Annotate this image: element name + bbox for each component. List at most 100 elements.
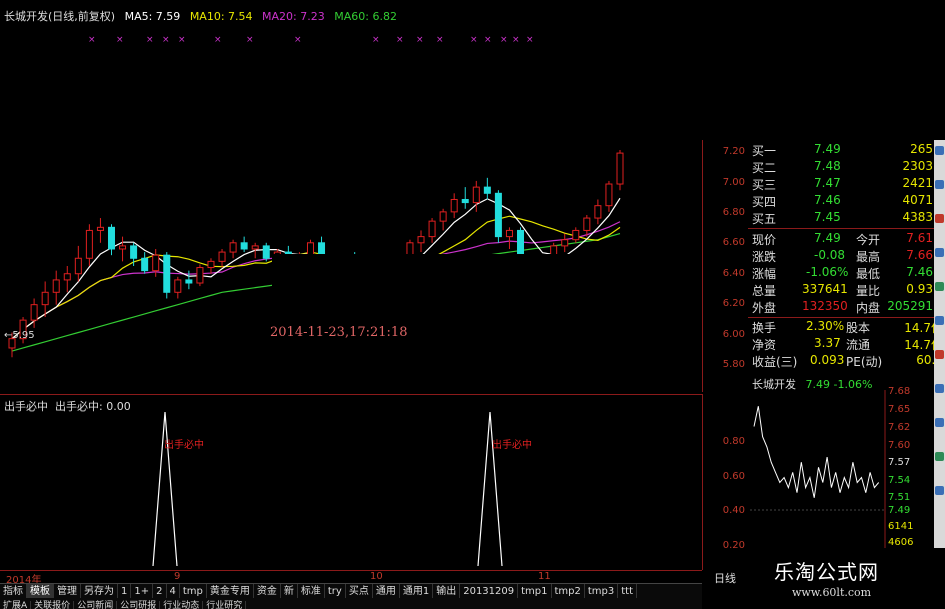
toolbar-icon[interactable] <box>935 384 944 393</box>
ma5-label: MA5: 7.59 <box>124 10 181 23</box>
template-tab[interactable]: 指标 <box>0 584 27 599</box>
stat-value: 0.93 <box>906 282 933 296</box>
template-tab[interactable]: 标准 <box>298 584 325 599</box>
candle[interactable] <box>417 236 425 244</box>
bid-price: 7.45 <box>814 210 841 224</box>
candle[interactable] <box>152 254 160 272</box>
candle[interactable] <box>30 304 38 321</box>
intraday-chart[interactable] <box>750 390 886 550</box>
template-tab[interactable]: tmp2 <box>552 584 585 599</box>
candle[interactable] <box>461 198 469 204</box>
candle[interactable] <box>174 279 182 293</box>
stat-value: 3.37 <box>814 336 841 350</box>
toolbar-icon[interactable] <box>935 214 944 223</box>
candle[interactable] <box>229 242 237 253</box>
candle[interactable] <box>472 186 480 204</box>
toolbar-icon[interactable] <box>935 452 944 461</box>
template-tab[interactable]: 管理 <box>54 584 81 599</box>
template-tab[interactable]: ttt <box>618 584 638 599</box>
info-tab[interactable]: 扩展A <box>0 601 32 609</box>
template-tab[interactable]: 另存为 <box>81 584 118 599</box>
signal-marker: × <box>116 35 124 45</box>
candle[interactable] <box>85 229 93 259</box>
candle[interactable] <box>505 229 513 238</box>
candle[interactable] <box>74 257 82 275</box>
candle[interactable] <box>207 260 215 269</box>
template-tab[interactable]: 1 <box>118 584 132 599</box>
watermark-logo: 乐淘公式网 www.60lt.com <box>748 548 945 609</box>
candle[interactable] <box>616 152 624 185</box>
info-tab[interactable]: 行业研究 <box>203 601 247 609</box>
candle[interactable] <box>439 211 447 222</box>
stock-title[interactable]: 长城开发(日线,前复权) <box>4 10 115 23</box>
candle[interactable] <box>107 226 115 250</box>
candle[interactable] <box>196 267 204 284</box>
signal-marker: × <box>162 35 170 45</box>
candle[interactable] <box>450 198 458 213</box>
candle[interactable] <box>583 217 591 231</box>
template-tab[interactable]: 资金 <box>254 584 281 599</box>
template-tab[interactable]: 通用1 <box>400 584 434 599</box>
template-tab[interactable]: 新 <box>281 584 298 599</box>
candle[interactable] <box>251 245 259 250</box>
info-tab[interactable]: 关联报价 <box>31 601 75 609</box>
template-tab[interactable]: 输出 <box>433 584 461 599</box>
candle[interactable] <box>572 229 580 241</box>
toolbar-icon[interactable] <box>935 180 944 189</box>
template-tab[interactable]: 黄金专用 <box>207 584 254 599</box>
time-axis: 2014年 9 10 11 <box>0 570 702 586</box>
indicator-chart[interactable] <box>0 394 702 570</box>
template-tab[interactable]: 2 <box>153 584 167 599</box>
template-tab[interactable]: 买点 <box>346 584 373 599</box>
template-tab[interactable]: 1+ <box>131 584 154 599</box>
candle[interactable] <box>483 186 491 194</box>
candle[interactable] <box>185 279 193 284</box>
candle[interactable] <box>163 254 171 293</box>
stat-label: 内盘 <box>856 301 881 315</box>
template-tab[interactable]: tmp3 <box>585 584 619 599</box>
toolbar-icon[interactable] <box>935 418 944 427</box>
candle[interactable] <box>428 220 436 238</box>
toolbar-icon[interactable] <box>935 350 944 359</box>
period-label[interactable]: 日线 <box>702 570 748 585</box>
intraday-axis: 7.68 7.65 7.62 7.60 7.57 7.54 7.51 7.49 … <box>886 384 934 548</box>
info-tab[interactable]: 公司研报 <box>117 601 161 609</box>
candle[interactable] <box>130 245 138 259</box>
candle[interactable] <box>218 251 226 262</box>
candle[interactable] <box>605 183 613 207</box>
template-tab[interactable]: 模板 <box>27 584 54 599</box>
toolbar-icon[interactable] <box>935 248 944 257</box>
template-tab[interactable]: tmp <box>180 584 207 599</box>
candle[interactable] <box>240 242 248 250</box>
info-tab[interactable]: 行业动态 <box>160 601 204 609</box>
candle[interactable] <box>41 291 49 306</box>
candle[interactable] <box>52 279 60 293</box>
quote-panel: 买一 7.49 265 买二 7.48 2303 买三 7.47 2421 买四… <box>748 140 945 382</box>
toolbar-icon[interactable] <box>935 316 944 325</box>
watermark-url: www.60lt.com <box>792 586 872 599</box>
ma60-label: MA60: 6.82 <box>334 10 397 23</box>
candle[interactable] <box>494 192 502 238</box>
bid-row: 买二 7.48 2303 <box>748 159 945 176</box>
price-tick: 7.00 <box>722 177 745 188</box>
toolbar-icon[interactable] <box>935 486 944 495</box>
template-tab[interactable]: tmp1 <box>518 584 552 599</box>
info-tab[interactable]: 公司新闻 <box>74 601 118 609</box>
candle[interactable] <box>561 239 569 247</box>
template-tab[interactable]: 4 <box>167 584 180 599</box>
candle[interactable] <box>262 245 270 259</box>
candle[interactable] <box>594 205 602 219</box>
candle[interactable] <box>63 273 71 281</box>
toolbar-icon[interactable] <box>935 282 944 291</box>
candle[interactable] <box>141 257 149 272</box>
stat-row: 涨跌 -0.08 最高 7.66 <box>748 248 945 265</box>
template-tab[interactable]: try <box>325 584 346 599</box>
price-tick: 7.20 <box>722 146 745 157</box>
template-tab[interactable]: 20131209 <box>460 584 519 599</box>
signal-marker: × <box>178 35 186 45</box>
candle[interactable] <box>119 245 127 250</box>
candle[interactable] <box>96 226 104 231</box>
toolbar-icon[interactable] <box>935 146 944 155</box>
intraday-tick: 7.49 <box>888 505 911 516</box>
template-tab[interactable]: 通用 <box>373 584 400 599</box>
